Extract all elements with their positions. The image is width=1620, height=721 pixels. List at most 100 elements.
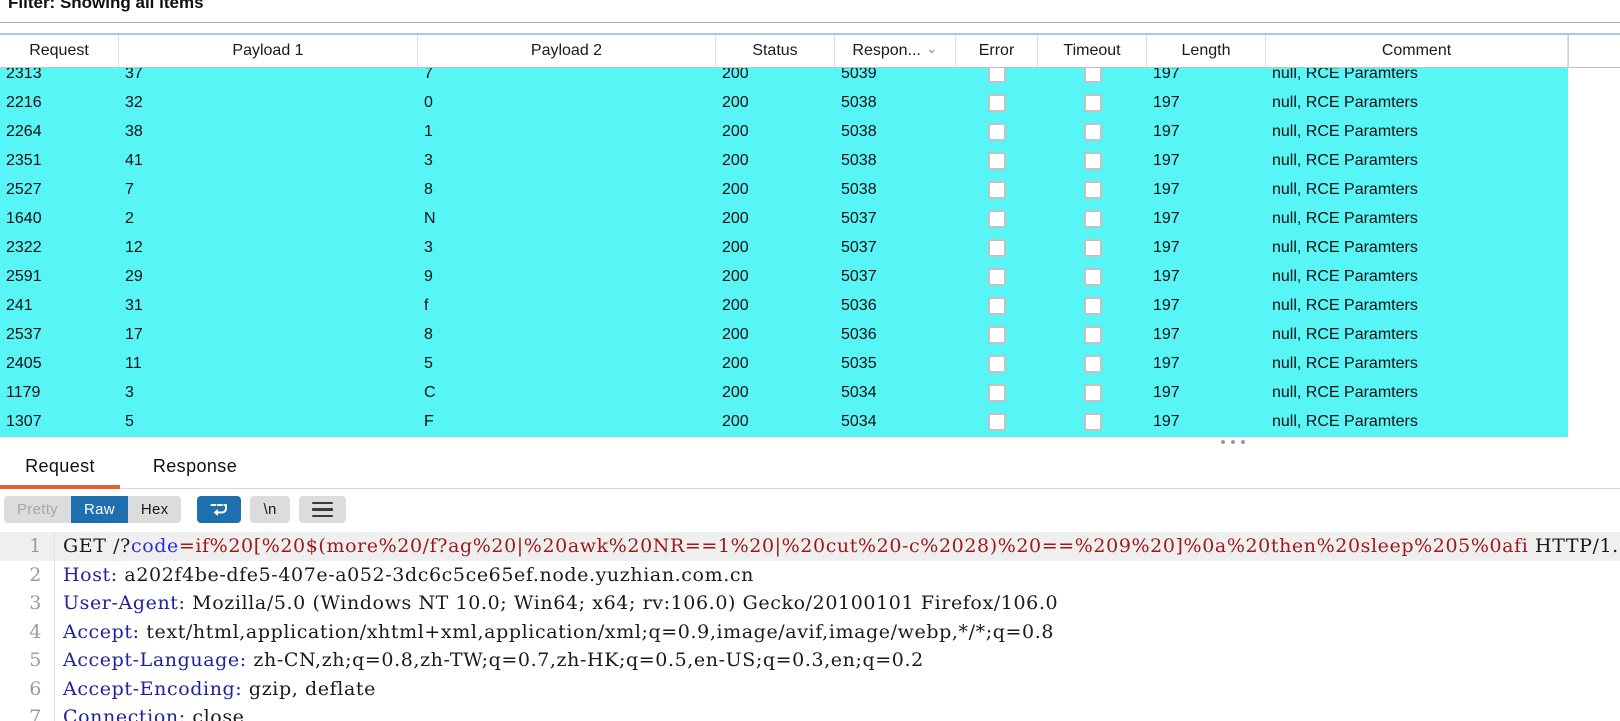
timeout-checkbox[interactable] bbox=[1083, 93, 1102, 112]
timeout-checkbox[interactable] bbox=[1083, 325, 1102, 344]
column-header-length[interactable]: Length bbox=[1147, 35, 1266, 67]
show-newlines-button[interactable]: \n bbox=[250, 496, 290, 523]
error-checkbox[interactable] bbox=[988, 267, 1006, 286]
cell-timeout bbox=[1038, 262, 1147, 291]
table-row[interactable]: 2527 7 8 200 5038 197 null, RCE Paramters bbox=[0, 175, 1568, 204]
error-checkbox[interactable] bbox=[988, 93, 1006, 112]
cell-length: 197 bbox=[1153, 210, 1180, 227]
error-checkbox[interactable] bbox=[988, 151, 1006, 170]
error-checkbox[interactable] bbox=[988, 238, 1006, 257]
editor-menu-button[interactable] bbox=[298, 496, 346, 523]
table-row[interactable]: 2405 11 5 200 5035 197 null, RCE Paramters bbox=[0, 349, 1568, 378]
request-line: 2 Host: a202f4be-dfe5-407e-a052-3dc6c5ce6… bbox=[0, 560, 1620, 589]
timeout-checkbox[interactable] bbox=[1083, 209, 1102, 228]
column-header-status[interactable]: Status bbox=[716, 35, 835, 67]
table-scrollbar-track[interactable] bbox=[1568, 35, 1620, 439]
cell-length: 197 bbox=[1153, 152, 1180, 169]
cell-comment: null, RCE Paramters bbox=[1272, 210, 1418, 227]
table-row[interactable]: 2216 32 0 200 5038 197 null, RCE Paramters bbox=[0, 88, 1568, 117]
request-editor[interactable]: 1 GET /?code=if%20[%20$(more%20/f?ag%20|%… bbox=[0, 530, 1620, 721]
cell-response: 5037 bbox=[841, 268, 877, 285]
cell-payload1: 7 bbox=[125, 181, 134, 198]
table-row[interactable]: 241 31 f 200 5036 197 null, RCE Paramters bbox=[0, 291, 1568, 320]
timeout-checkbox[interactable] bbox=[1083, 122, 1102, 141]
cell-comment: null, RCE Paramters bbox=[1272, 355, 1418, 372]
line-content: Accept: text/html,application/xhtml+xml,… bbox=[63, 621, 1054, 643]
raw-button[interactable]: Raw bbox=[70, 496, 128, 523]
timeout-checkbox[interactable] bbox=[1083, 383, 1102, 402]
column-header-timeout[interactable]: Timeout bbox=[1038, 35, 1147, 67]
column-header-label: Comment bbox=[1381, 42, 1452, 59]
cell-request: 2405 bbox=[6, 355, 42, 372]
cell-timeout bbox=[1038, 117, 1147, 146]
cell-payload2: 3 bbox=[424, 239, 433, 256]
timeout-checkbox[interactable] bbox=[1083, 296, 1102, 315]
table-row[interactable]: 2322 12 3 200 5037 197 null, RCE Paramters bbox=[0, 233, 1568, 262]
cell-timeout bbox=[1038, 407, 1147, 436]
timeout-checkbox[interactable] bbox=[1083, 68, 1102, 83]
cell-timeout bbox=[1038, 320, 1147, 349]
error-checkbox[interactable] bbox=[988, 412, 1006, 431]
column-header-payload1[interactable]: Payload 1 bbox=[119, 35, 418, 67]
table-row[interactable]: 2537 17 8 200 5036 197 null, RCE Paramters bbox=[0, 320, 1568, 349]
error-checkbox[interactable] bbox=[988, 354, 1006, 373]
panel-splitter[interactable] bbox=[0, 437, 1620, 445]
cell-timeout bbox=[1038, 68, 1147, 88]
error-checkbox[interactable] bbox=[988, 68, 1006, 83]
column-header-response[interactable]: Respon... ⌄ bbox=[835, 35, 956, 67]
table-row[interactable]: 2351 41 3 200 5038 197 null, RCE Paramters bbox=[0, 146, 1568, 175]
timeout-checkbox[interactable] bbox=[1083, 180, 1102, 199]
cell-payload2: 8 bbox=[424, 326, 433, 343]
pretty-button[interactable]: Pretty bbox=[4, 496, 71, 523]
column-header-error[interactable]: Error bbox=[956, 35, 1038, 67]
results-header-row: Request Payload 1 Payload 2 Status Respon...… bbox=[0, 35, 1568, 68]
results-table-body[interactable]: 2313 37 7 200 5039 197 null, RCE Paramters 2216… bbox=[0, 68, 1568, 437]
cell-length: 197 bbox=[1153, 268, 1180, 285]
table-row[interactable]: 1640 2 N 200 5037 197 null, RCE Paramters bbox=[0, 204, 1568, 233]
column-header-comment[interactable]: Comment bbox=[1266, 35, 1568, 67]
timeout-checkbox[interactable] bbox=[1083, 151, 1102, 170]
line-number: 3 bbox=[0, 589, 55, 618]
request-line: 5 Accept-Language: zh-CN,zh;q=0.8,zh-TW;q… bbox=[0, 646, 1620, 675]
error-checkbox[interactable] bbox=[988, 122, 1006, 141]
table-row[interactable]: 1179 3 C 200 5034 197 null, RCE Paramters bbox=[0, 378, 1568, 407]
cell-response: 5034 bbox=[841, 384, 877, 401]
cell-error bbox=[956, 204, 1038, 233]
cell-status: 200 bbox=[722, 210, 749, 227]
error-checkbox[interactable] bbox=[988, 180, 1006, 199]
timeout-checkbox[interactable] bbox=[1083, 238, 1102, 257]
cell-request: 2264 bbox=[6, 123, 42, 140]
table-row[interactable]: 2313 37 7 200 5039 197 null, RCE Paramters bbox=[0, 68, 1568, 88]
timeout-checkbox[interactable] bbox=[1083, 412, 1102, 431]
cell-length: 197 bbox=[1153, 413, 1180, 430]
cell-timeout bbox=[1038, 233, 1147, 262]
request-line: 7 Connection: close bbox=[0, 703, 1620, 721]
tab-response[interactable]: Response bbox=[120, 445, 270, 488]
line-content: Accept-Language: zh-CN,zh;q=0.8,zh-TW;q=… bbox=[63, 649, 924, 671]
table-row[interactable]: 2264 38 1 200 5038 197 null, RCE Paramters bbox=[0, 117, 1568, 146]
error-checkbox[interactable] bbox=[988, 325, 1006, 344]
cell-request: 1640 bbox=[6, 210, 42, 227]
table-row[interactable]: 2591 29 9 200 5037 197 null, RCE Paramters bbox=[0, 262, 1568, 291]
tab-request[interactable]: Request bbox=[0, 445, 120, 489]
cell-status: 200 bbox=[722, 94, 749, 111]
cell-timeout bbox=[1038, 204, 1147, 233]
error-checkbox[interactable] bbox=[988, 209, 1006, 228]
error-checkbox[interactable] bbox=[988, 296, 1006, 315]
line-number: 1 bbox=[0, 532, 55, 561]
filter-bar[interactable]: Filter: Showing all items bbox=[0, 0, 1620, 23]
cell-response: 5037 bbox=[841, 210, 877, 227]
cell-status: 200 bbox=[722, 413, 749, 430]
column-header-request[interactable]: Request bbox=[0, 35, 119, 67]
request-line: 3 User-Agent: Mozilla/5.0 (Windows NT 10.… bbox=[0, 589, 1620, 618]
cell-payload1: 2 bbox=[125, 210, 134, 227]
cell-error bbox=[956, 262, 1038, 291]
hex-button[interactable]: Hex bbox=[127, 496, 182, 523]
word-wrap-button[interactable] bbox=[197, 496, 242, 523]
table-row[interactable]: 1307 5 F 200 5034 197 null, RCE Paramters bbox=[0, 407, 1568, 436]
timeout-checkbox[interactable] bbox=[1083, 354, 1102, 373]
timeout-checkbox[interactable] bbox=[1083, 267, 1102, 286]
error-checkbox[interactable] bbox=[988, 383, 1006, 402]
column-header-payload2[interactable]: Payload 2 bbox=[418, 35, 716, 67]
tab-response-label: Response bbox=[152, 456, 238, 476]
